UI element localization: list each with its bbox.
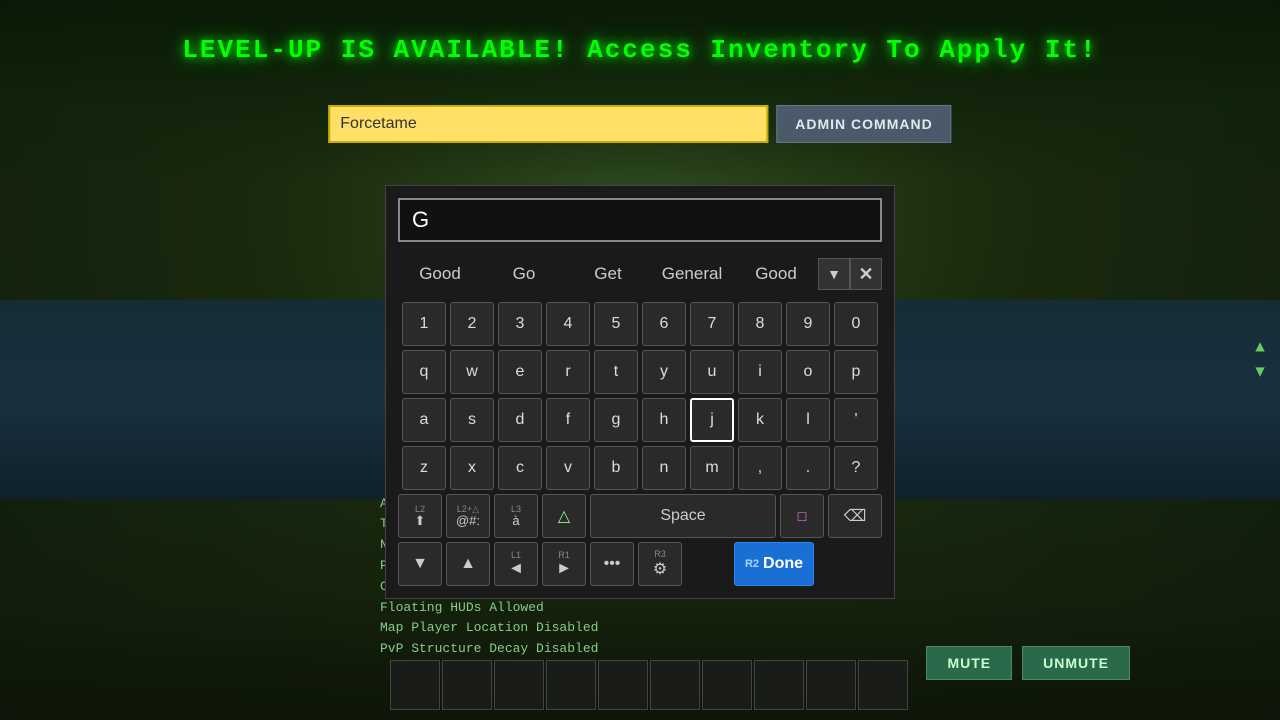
hotbar-slot-0 [390, 660, 440, 710]
key-l1-left[interactable]: L1 ◄ [494, 542, 538, 586]
admin-command-button[interactable]: ADMIN COMMAND [776, 105, 951, 143]
key-f[interactable]: f [546, 398, 590, 442]
key-w[interactable]: w [450, 350, 494, 394]
key-m[interactable]: m [690, 446, 734, 490]
nav-arrows: ▲ ▼ [1250, 338, 1270, 383]
server-info-line-7: PvP Structure Decay Disabled [380, 639, 598, 660]
key-v[interactable]: v [546, 446, 590, 490]
hotbar-slot-5 [650, 660, 700, 710]
key-1[interactable]: 1 [402, 302, 446, 346]
autocomplete-dropdown[interactable]: ▼ [818, 258, 850, 290]
key-d[interactable]: d [498, 398, 542, 442]
key-c[interactable]: c [498, 446, 542, 490]
key-shift[interactable]: L2 ⬆ [398, 494, 442, 538]
key-period[interactable]: . [786, 446, 830, 490]
autocomplete-item-0[interactable]: Good [398, 260, 482, 288]
key-9[interactable]: 9 [786, 302, 830, 346]
key-h[interactable]: h [642, 398, 686, 442]
nav-arrow-up[interactable]: ▲ [1250, 338, 1270, 358]
autocomplete-item-1[interactable]: Go [482, 260, 566, 288]
key-space[interactable]: Space [590, 494, 776, 538]
keyboard-row-2: a s d f g h j k l ' [398, 398, 882, 442]
key-o[interactable]: o [786, 350, 830, 394]
key-3[interactable]: 3 [498, 302, 542, 346]
key-arrow-down[interactable]: ▼ [398, 542, 442, 586]
key-symbols[interactable]: L2+△ @#: [446, 494, 490, 538]
key-t[interactable]: t [594, 350, 638, 394]
key-arrow-up[interactable]: ▲ [446, 542, 490, 586]
hotbar-slot-4 [598, 660, 648, 710]
key-6[interactable]: 6 [642, 302, 686, 346]
level-up-text: LEVEL-UP IS AVAILABLE! Access Inventory … [182, 35, 1097, 65]
level-up-banner: LEVEL-UP IS AVAILABLE! Access Inventory … [0, 0, 1280, 100]
key-j[interactable]: j [690, 398, 734, 442]
key-k[interactable]: k [738, 398, 782, 442]
keyboard-row-1: q w e r t y u i o p [398, 350, 882, 394]
key-e[interactable]: e [498, 350, 542, 394]
key-i[interactable]: i [738, 350, 782, 394]
keyboard-search-input[interactable] [398, 198, 882, 242]
hotbar-slot-8 [806, 660, 856, 710]
key-2[interactable]: 2 [450, 302, 494, 346]
key-y[interactable]: y [642, 350, 686, 394]
key-question[interactable]: ? [834, 446, 878, 490]
autocomplete-item-2[interactable]: Get [566, 260, 650, 288]
hotbar-slot-3 [546, 660, 596, 710]
number-row: 1 2 3 4 5 6 7 8 9 0 [398, 302, 882, 346]
keyboard-dialog: Good Go Get General Good ▼ ✕ 1 2 3 4 5 6… [385, 185, 895, 599]
key-dots[interactable]: ••• [590, 542, 634, 586]
key-5[interactable]: 5 [594, 302, 638, 346]
key-0[interactable]: 0 [834, 302, 878, 346]
mute-controls: MUTE UNMUTE [926, 646, 1130, 680]
server-info-line-5: Floating HUDs Allowed [380, 598, 598, 619]
key-r1-right[interactable]: R1 ► [542, 542, 586, 586]
key-7[interactable]: 7 [690, 302, 734, 346]
hotbar-slot-2 [494, 660, 544, 710]
key-4[interactable]: 4 [546, 302, 590, 346]
keyboard-row-3: z x c v b n m , . ? [398, 446, 882, 490]
autocomplete-close[interactable]: ✕ [850, 258, 882, 290]
key-z[interactable]: z [402, 446, 446, 490]
key-n[interactable]: n [642, 446, 686, 490]
unmute-button[interactable]: UNMUTE [1022, 646, 1130, 680]
key-accent[interactable]: L3 à [494, 494, 538, 538]
hotbar-slot-7 [754, 660, 804, 710]
key-u[interactable]: u [690, 350, 734, 394]
server-info-line-6: Map Player Location Disabled [380, 618, 598, 639]
key-apostrophe[interactable]: ' [834, 398, 878, 442]
key-a[interactable]: a [402, 398, 446, 442]
key-b[interactable]: b [594, 446, 638, 490]
mute-button[interactable]: MUTE [926, 646, 1012, 680]
key-q[interactable]: q [402, 350, 446, 394]
autocomplete-item-4[interactable]: Good [734, 260, 818, 288]
key-l[interactable]: l [786, 398, 830, 442]
key-r3-gear[interactable]: R3 ⚙ [638, 542, 682, 586]
command-input[interactable] [328, 105, 768, 143]
function-key-row: ▼ ▲ L1 ◄ R1 ► ••• R3 ⚙ R2 Done [398, 542, 882, 586]
key-empty [686, 542, 730, 586]
key-8[interactable]: 8 [738, 302, 782, 346]
key-comma[interactable]: , [738, 446, 782, 490]
autocomplete-row: Good Go Get General Good ▼ ✕ [398, 252, 882, 296]
special-key-row: L2 ⬆ L2+△ @#: L3 à △ Space □ ⌫ [398, 494, 882, 538]
key-g[interactable]: g [594, 398, 638, 442]
autocomplete-item-3[interactable]: General [650, 260, 734, 288]
admin-command-bar: ADMIN COMMAND [328, 105, 951, 143]
key-square[interactable]: □ [780, 494, 824, 538]
key-p[interactable]: p [834, 350, 878, 394]
hotbar-slot-1 [442, 660, 492, 710]
key-s[interactable]: s [450, 398, 494, 442]
key-backspace[interactable]: ⌫ [828, 494, 882, 538]
key-triangle[interactable]: △ [542, 494, 586, 538]
hotbar-slot-6 [702, 660, 752, 710]
hotbar-slot-9 [858, 660, 908, 710]
key-x[interactable]: x [450, 446, 494, 490]
nav-arrow-down[interactable]: ▼ [1250, 363, 1270, 383]
hotbar [390, 660, 908, 710]
key-r[interactable]: r [546, 350, 590, 394]
key-done[interactable]: R2 Done [734, 542, 814, 586]
